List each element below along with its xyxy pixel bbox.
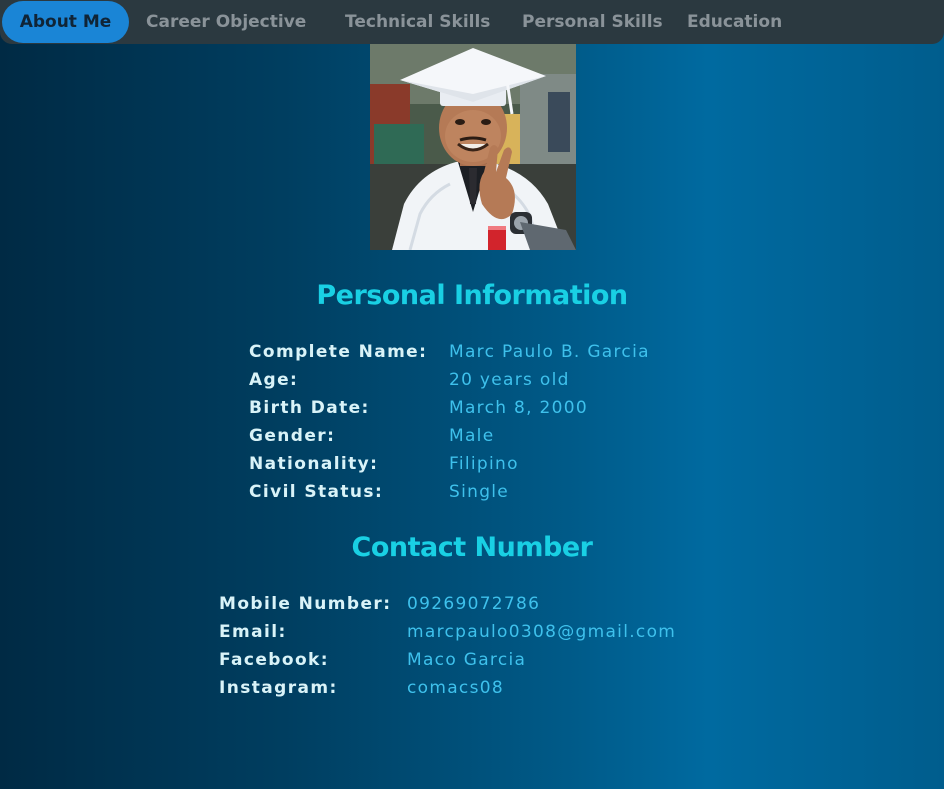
tab-education[interactable]: Education [687, 0, 782, 44]
birth-date-label: Birth Date: [249, 398, 370, 418]
info-row-complete-name: Complete Name: Marc Paulo B. Garcia [249, 338, 709, 366]
info-row-birth-date: Birth Date: March 8, 2000 [249, 394, 709, 422]
personal-information-title: Personal Information [316, 280, 628, 311]
email-label: Email: [219, 622, 287, 642]
age-label: Age: [249, 370, 299, 390]
nationality-value: Filipino [449, 454, 519, 474]
age-value: 20 years old [449, 370, 570, 390]
civil-status-value: Single [449, 482, 510, 502]
email-value[interactable]: marcpaulo0308@gmail.com [407, 618, 676, 646]
contact-row-instagram: Instagram: comacs08 [219, 674, 739, 702]
tab-career-objective[interactable]: Career Objective [146, 0, 306, 44]
top-navigation-bar: About Me Career Objective Technical Skil… [0, 0, 944, 44]
instagram-label: Instagram: [219, 678, 338, 698]
info-row-nationality: Nationality: Filipino [249, 450, 709, 478]
civil-status-label: Civil Status: [249, 482, 384, 502]
tab-technical-skills[interactable]: Technical Skills [345, 0, 490, 44]
complete-name-value: Marc Paulo B. Garcia [449, 342, 650, 362]
info-row-age: Age: 20 years old [249, 366, 709, 394]
info-row-gender: Gender: Male [249, 422, 709, 450]
contact-row-mobile: Mobile Number: 09269072786 [219, 590, 739, 618]
contact-number-title: Contact Number [351, 532, 593, 563]
birth-date-value: March 8, 2000 [449, 398, 589, 418]
gender-label: Gender: [249, 426, 336, 446]
contact-row-facebook: Facebook: Maco Garcia [219, 646, 739, 674]
tab-about-me[interactable]: About Me [2, 1, 129, 43]
contact-row-email: Email: marcpaulo0308@gmail.com [219, 618, 739, 646]
tab-personal-skills[interactable]: Personal Skills [522, 0, 663, 44]
facebook-label: Facebook: [219, 650, 329, 670]
profile-photo [370, 44, 576, 250]
mobile-number-value: 09269072786 [407, 594, 541, 614]
facebook-value[interactable]: Maco Garcia [407, 646, 526, 674]
instagram-value[interactable]: comacs08 [407, 674, 504, 702]
mobile-number-label: Mobile Number: [219, 594, 392, 614]
info-row-civil-status: Civil Status: Single [249, 478, 709, 506]
nationality-label: Nationality: [249, 454, 379, 474]
gender-value: Male [449, 426, 495, 446]
complete-name-label: Complete Name: [249, 342, 428, 362]
